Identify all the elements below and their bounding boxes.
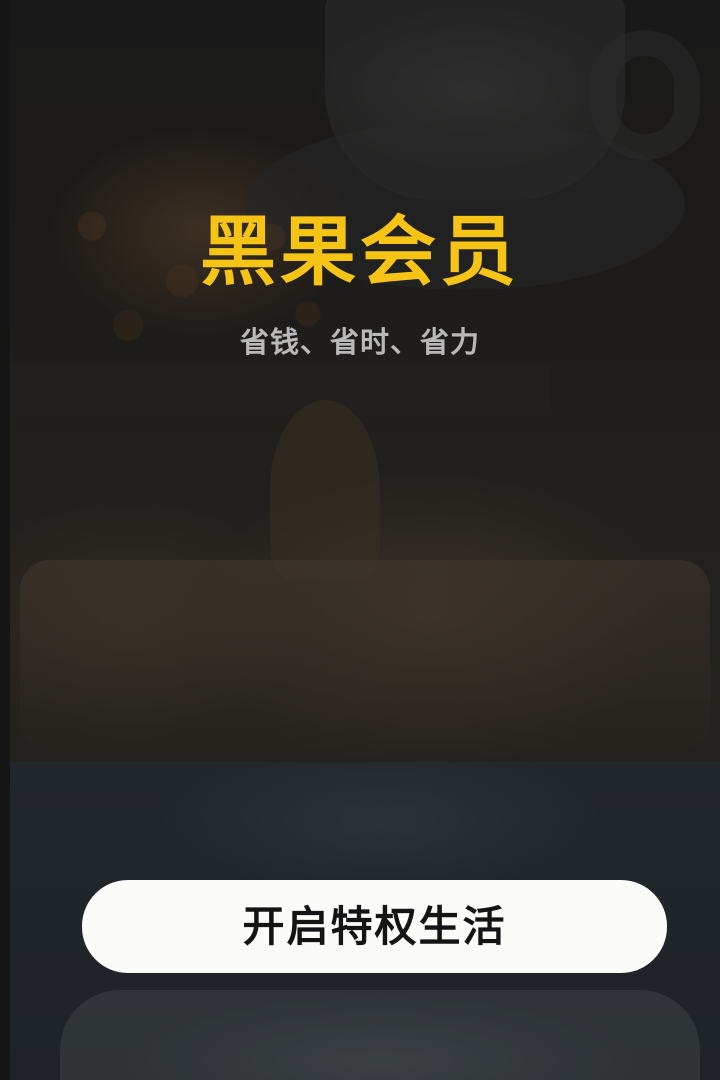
start-privilege-life-button[interactable]: 开启特权生活 [82, 880, 667, 973]
splash-content: 黑果会员 省钱、省时、省力 开启特权生活 [0, 0, 720, 1080]
membership-title: 黑果会员 [200, 207, 520, 296]
membership-splash-screen: 黑果会员 省钱、省时、省力 开启特权生活 [0, 0, 720, 1080]
membership-slogan: 省钱、省时、省力 [239, 325, 480, 359]
